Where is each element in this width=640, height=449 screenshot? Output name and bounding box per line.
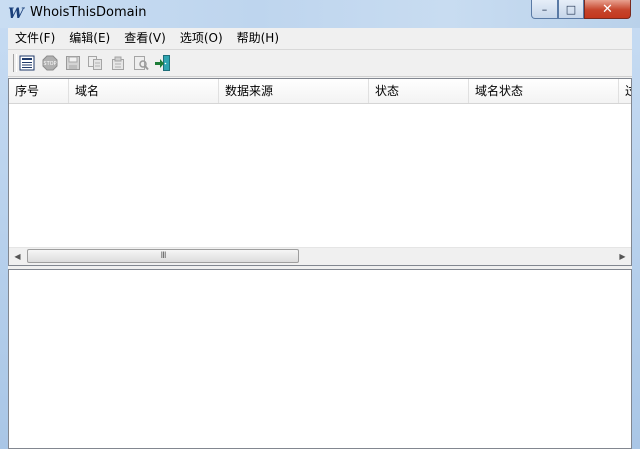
- svg-text:STOP: STOP: [43, 61, 56, 67]
- scroll-right-arrow[interactable]: ▶: [614, 248, 631, 265]
- menu-edit[interactable]: 编辑(E): [62, 28, 117, 49]
- maximize-button[interactable]: □: [558, 0, 584, 19]
- column-header-expiry[interactable]: 过: [619, 79, 631, 103]
- menu-file[interactable]: 文件(F): [8, 28, 62, 49]
- menu-bar: 文件(F) 编辑(E) 查看(V) 选项(O) 帮助(H): [8, 28, 632, 50]
- menu-help[interactable]: 帮助(H): [230, 28, 286, 49]
- properties-icon[interactable]: [109, 54, 127, 72]
- client-area: 文件(F) 编辑(E) 查看(V) 选项(O) 帮助(H) STOP 序号 域名…: [8, 28, 632, 449]
- toolbar-grip[interactable]: [13, 54, 17, 72]
- window-title: WhoisThisDomain: [30, 5, 147, 20]
- stop-icon[interactable]: STOP: [41, 54, 59, 72]
- column-header-index[interactable]: 序号: [9, 79, 69, 103]
- column-header-data-source[interactable]: 数据来源: [219, 79, 369, 103]
- app-icon: W: [8, 6, 24, 22]
- toolbar: STOP: [8, 50, 632, 77]
- exit-icon[interactable]: [154, 54, 172, 72]
- scroll-left-arrow[interactable]: ◀: [9, 248, 26, 265]
- scroll-thumb[interactable]: III: [27, 249, 299, 263]
- save-icon[interactable]: [64, 54, 82, 72]
- column-header-domain[interactable]: 域名: [69, 79, 219, 103]
- copy-icon[interactable]: [86, 54, 104, 72]
- menu-view[interactable]: 查看(V): [117, 28, 173, 49]
- menu-options[interactable]: 选项(O): [173, 28, 230, 49]
- find-icon[interactable]: [132, 54, 150, 72]
- list-header: 序号 域名 数据来源 状态 域名状态 过: [9, 79, 631, 104]
- column-header-domain-status[interactable]: 域名状态: [469, 79, 619, 103]
- close-button[interactable]: ✕: [584, 0, 631, 19]
- list-view-icon[interactable]: [18, 54, 36, 72]
- title-bar[interactable]: W WhoisThisDomain – □ ✕: [0, 0, 640, 28]
- detail-pane[interactable]: [8, 269, 632, 449]
- domain-list-view[interactable]: 序号 域名 数据来源 状态 域名状态 过 ◀ III ▶: [8, 78, 632, 266]
- horizontal-scrollbar[interactable]: ◀ III ▶: [9, 247, 631, 265]
- column-header-status[interactable]: 状态: [369, 79, 469, 103]
- minimize-button[interactable]: –: [531, 0, 558, 19]
- app-window: W WhoisThisDomain – □ ✕ 文件(F) 编辑(E) 查看(V…: [0, 0, 640, 449]
